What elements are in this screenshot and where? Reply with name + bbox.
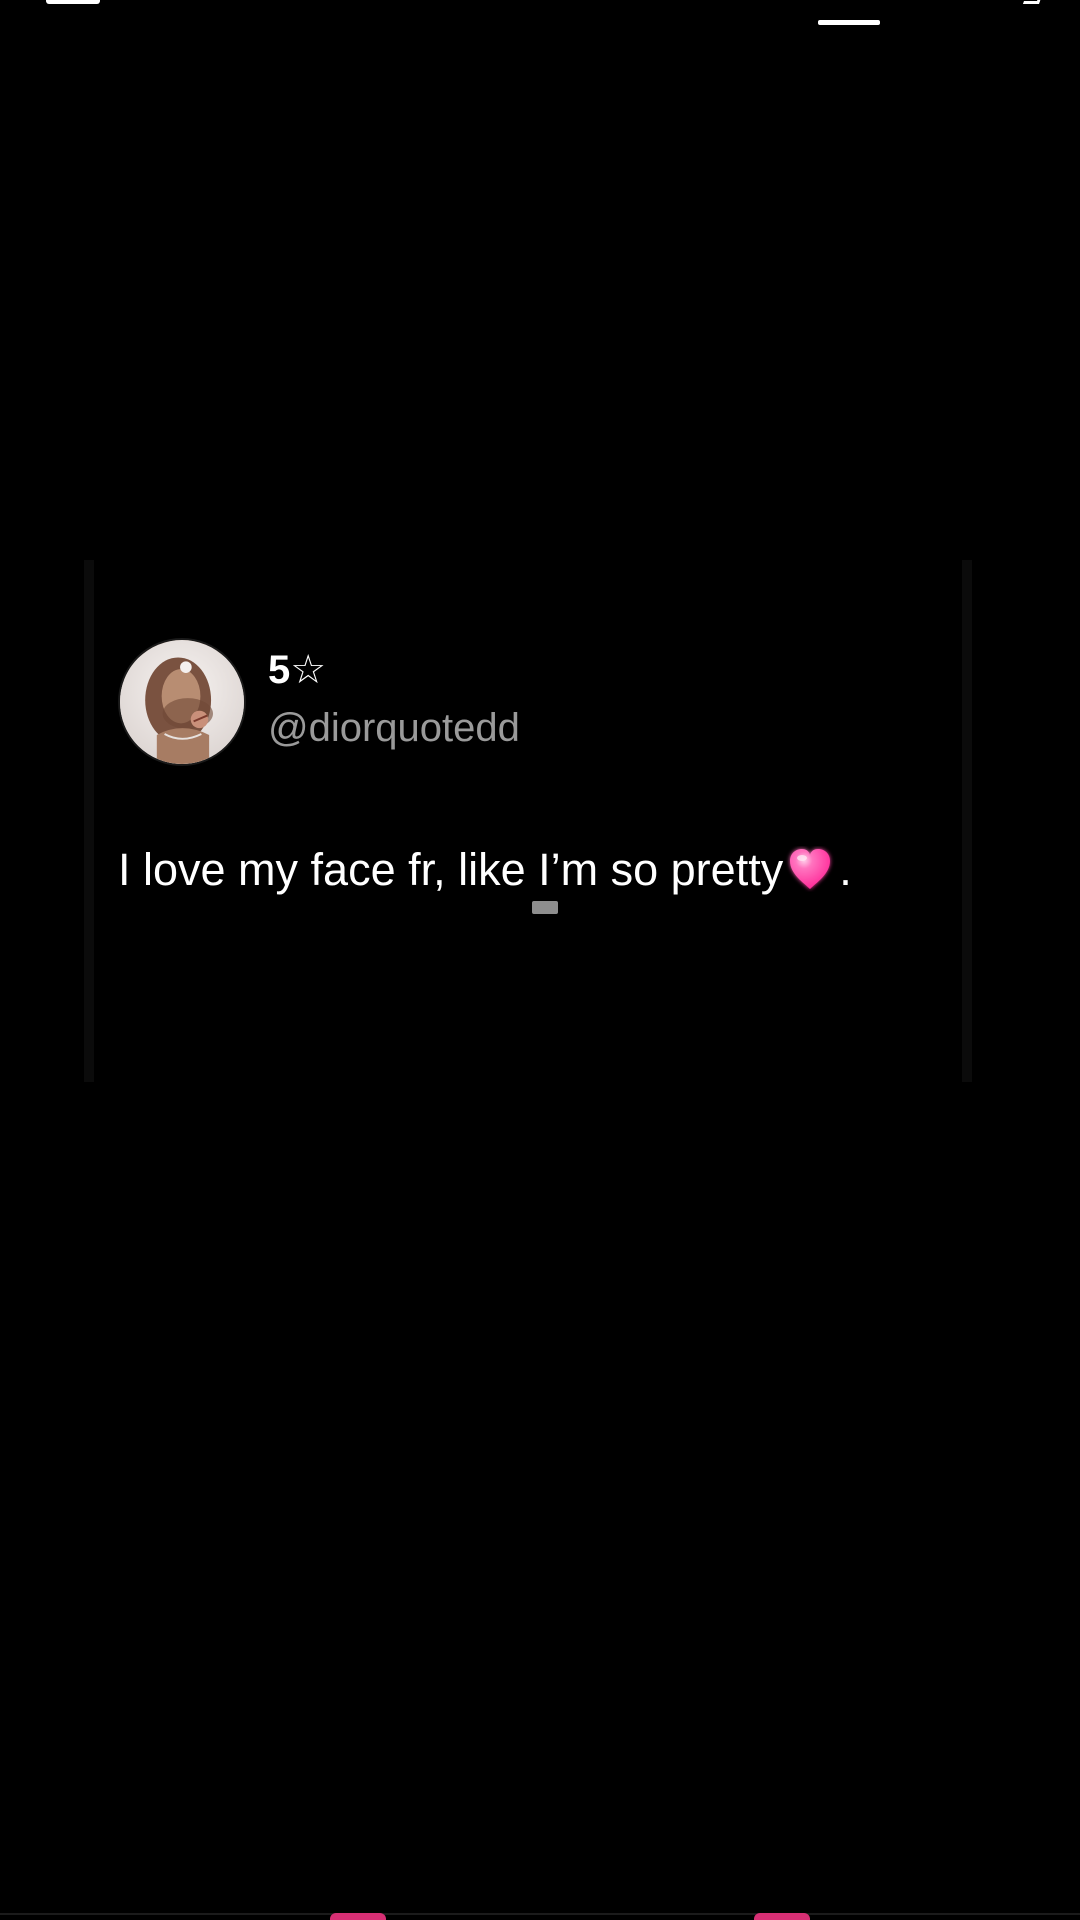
pink-heart-icon [785, 846, 835, 892]
avatar[interactable] [118, 638, 246, 766]
screenshot-post-card [84, 560, 972, 1082]
tweet-text: I love my face fr, like I’m so pretty . [118, 844, 852, 895]
top-left-status-chip [46, 0, 100, 4]
story-screen: 5☆ @diorquotedd I love my face fr, like … [0, 0, 1080, 1920]
bottom-divider [0, 1913, 1080, 1915]
tweet-period: . [839, 844, 852, 895]
story-progress-line [818, 20, 880, 25]
tweet-text-main: I love my face fr, like I’m so pretty [118, 844, 784, 895]
bottom-right-pink-accent [754, 1913, 810, 1920]
top-right-partial-icon [1022, 0, 1042, 4]
display-name[interactable]: 5☆ [268, 650, 326, 690]
username-handle[interactable]: @diorquotedd [268, 708, 520, 748]
text-cursor-mark [532, 901, 558, 914]
bottom-left-pink-accent [330, 1913, 386, 1920]
